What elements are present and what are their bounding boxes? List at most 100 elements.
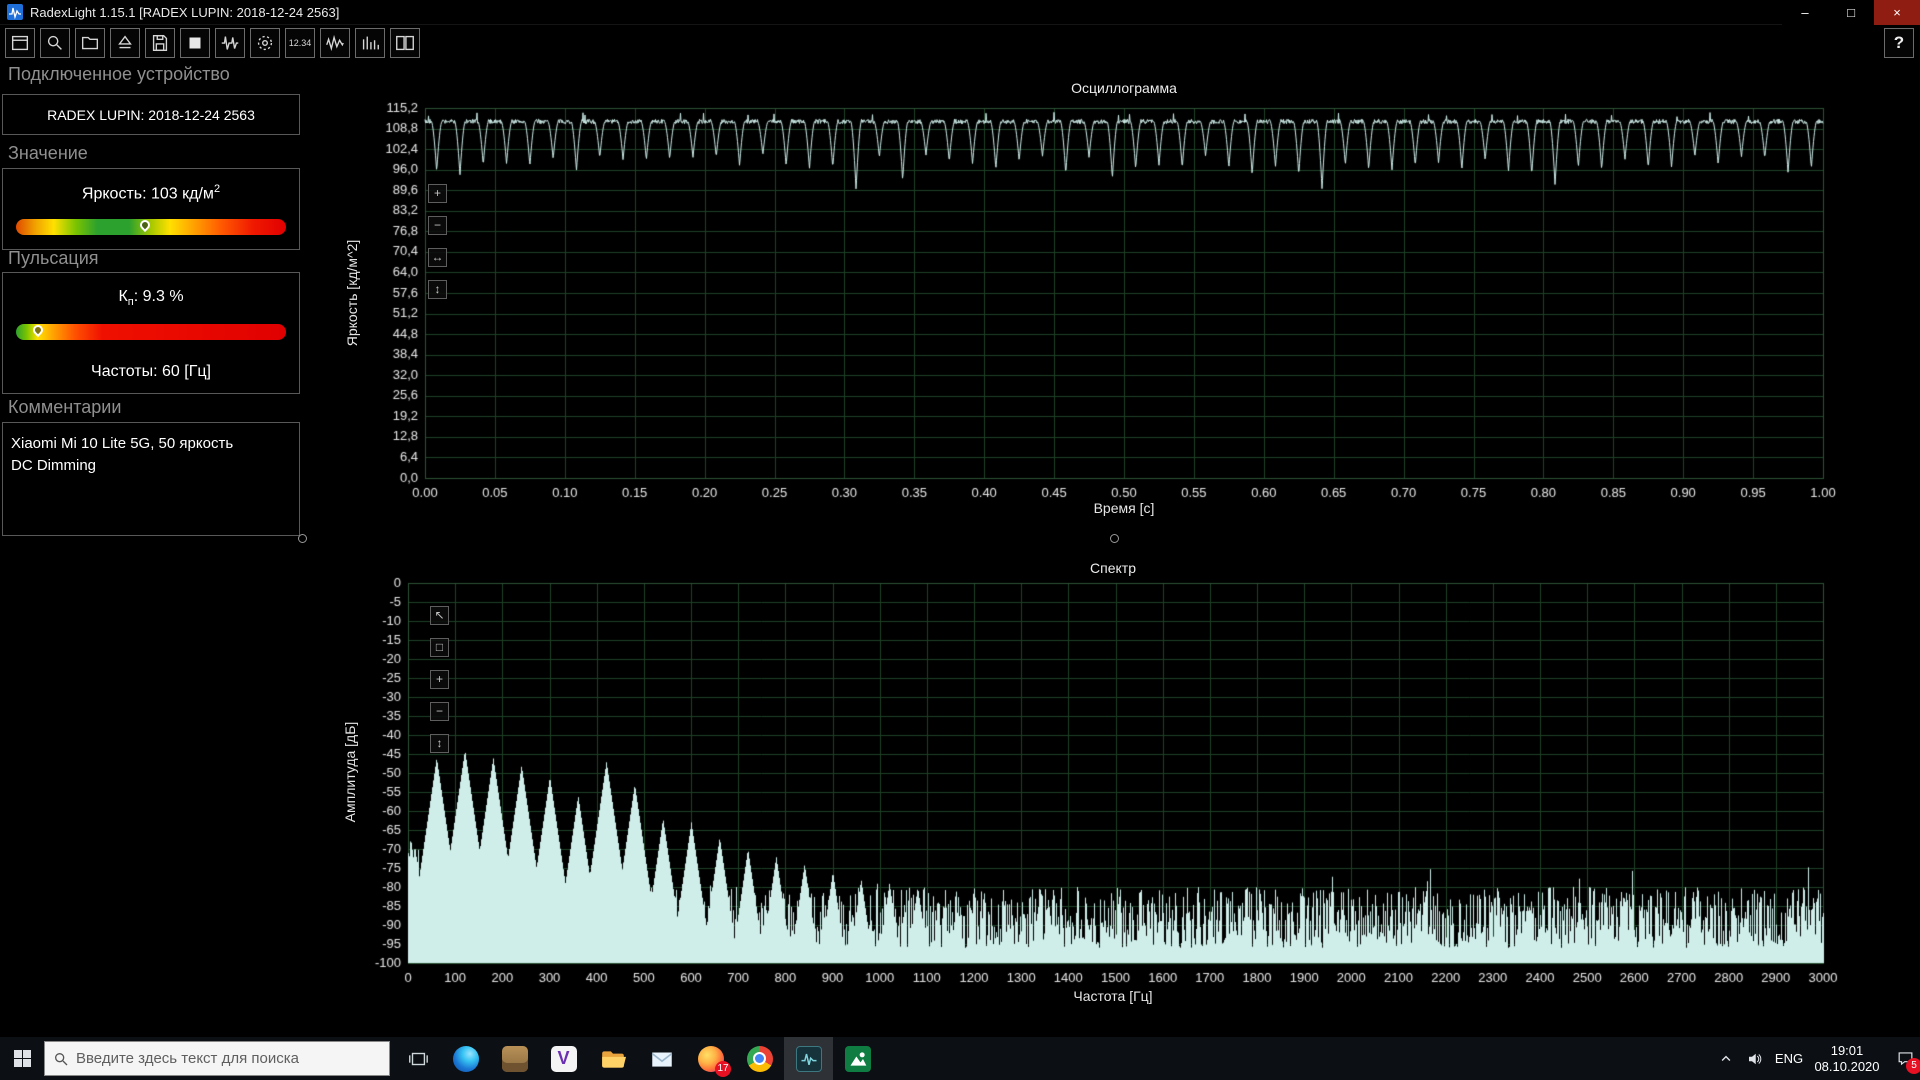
spectrum-chart[interactable]: [305, 552, 1920, 1012]
close-button[interactable]: ×: [1874, 0, 1920, 25]
oscillogram-icon: [219, 32, 241, 54]
brightness-scale-bar: [16, 219, 286, 235]
spec-zoom-in-button[interactable]: +: [430, 670, 449, 689]
spec-fit-vertical-button[interactable]: ↕: [430, 734, 449, 753]
task-view-button[interactable]: [396, 1037, 440, 1080]
brightness-box: Яркость: 103 кд/м2: [2, 168, 300, 250]
taskbar-app-mail[interactable]: [637, 1037, 686, 1080]
search-icon: [53, 1051, 69, 1067]
windows-logo-icon: [14, 1050, 31, 1067]
pulsation-scale-bar: [16, 324, 286, 340]
start-button[interactable]: [0, 1037, 44, 1080]
spec-zoom-out-button[interactable]: −: [430, 702, 449, 721]
gear-icon: [254, 32, 276, 54]
open-folder-icon: [79, 32, 101, 54]
tray-clock[interactable]: 19:01 08.10.2020: [1808, 1037, 1886, 1080]
device-name-box: RADEX LUPIN: 2018-12-24 2563: [2, 94, 300, 135]
taskbar-app-store[interactable]: [490, 1037, 539, 1080]
notification-badge: 5: [1906, 1058, 1920, 1074]
osc-zoom-out-button[interactable]: −: [428, 216, 447, 235]
numeric-display-icon: 12.34: [289, 38, 312, 48]
window-title: RadexLight 1.15.1 [RADEX LUPIN: 2018-12-…: [30, 5, 339, 20]
save-button[interactable]: [145, 28, 175, 58]
taskbar-app-radexlight[interactable]: [784, 1037, 833, 1080]
mail-icon: [649, 1046, 675, 1072]
oscillogram-x-axis-label: Время [с]: [425, 500, 1823, 516]
device-section-header: Подключенное устройство: [8, 64, 230, 85]
brightness-marker-icon: [138, 218, 152, 232]
pulsation-value: Кп: 9.3 %: [3, 288, 299, 308]
osc-fit-vertical-button[interactable]: ↕: [428, 280, 447, 299]
taskbar-app-v[interactable]: V: [539, 1037, 588, 1080]
spectrum-bars-icon: [359, 32, 381, 54]
taskbar-apps: V 17: [441, 1037, 882, 1080]
taskbar-search[interactable]: [44, 1041, 390, 1076]
spectrum-button[interactable]: [355, 28, 385, 58]
tray-volume-button[interactable]: [1740, 1037, 1770, 1080]
oscillogram-button[interactable]: [215, 28, 245, 58]
tray-chevron-button[interactable]: [1712, 1037, 1740, 1080]
osc-fit-horizontal-button[interactable]: ↔: [428, 248, 447, 267]
taskbar-app-photos[interactable]: [833, 1037, 882, 1080]
oscillogram-chart[interactable]: [305, 58, 1920, 528]
eject-button[interactable]: [110, 28, 140, 58]
search-button[interactable]: [40, 28, 70, 58]
stop-button[interactable]: [180, 28, 210, 58]
open-file-button[interactable]: [75, 28, 105, 58]
comments-section-header: Комментарии: [8, 397, 121, 418]
osc-zoom-in-button[interactable]: +: [428, 184, 447, 203]
file-explorer-icon: [600, 1046, 626, 1072]
spectrum-title: Спектр: [408, 560, 1818, 576]
taskbar-app-firefox[interactable]: 17: [686, 1037, 735, 1080]
comment-line: Xiaomi Mi 10 Lite 5G, 50 яркость: [11, 433, 291, 455]
tray-time: 19:01: [1831, 1043, 1864, 1059]
comments-field[interactable]: Xiaomi Mi 10 Lite 5G, 50 яркость DC Dimm…: [2, 422, 300, 536]
v-app-icon: V: [551, 1046, 577, 1072]
spec-select-region-button[interactable]: □: [430, 638, 449, 657]
edge-icon: [453, 1046, 479, 1072]
tray-language[interactable]: ENG: [1770, 1037, 1808, 1080]
device-name: RADEX LUPIN: 2018-12-24 2563: [47, 107, 255, 123]
photos-icon: [845, 1046, 871, 1072]
panels-layout-button[interactable]: [390, 28, 420, 58]
maximize-button[interactable]: □: [1828, 0, 1874, 25]
pulsation-box: Кп: 9.3 % Частоты: 60 [Гц]: [2, 272, 300, 394]
sidebar-splitter-handle[interactable]: [298, 534, 307, 543]
search-input[interactable]: [76, 1050, 366, 1067]
speaker-icon: [1746, 1050, 1764, 1068]
pulsation-marker-icon: [31, 323, 45, 337]
waveform-icon: [324, 32, 346, 54]
titlebar[interactable]: RadexLight 1.15.1 [RADEX LUPIN: 2018-12-…: [0, 0, 1920, 25]
minimize-button[interactable]: –: [1782, 0, 1828, 25]
taskbar-app-chrome[interactable]: [735, 1037, 784, 1080]
waveform-button[interactable]: [320, 28, 350, 58]
eject-icon: [114, 32, 136, 54]
spectrum-y-axis-label: Амплитуда [дБ]: [342, 722, 358, 823]
taskbar-app-edge[interactable]: [441, 1037, 490, 1080]
save-icon: [149, 32, 171, 54]
panels-icon: [394, 32, 416, 54]
system-tray: ENG 19:01 08.10.2020 5: [1712, 1037, 1920, 1080]
firefox-badge: 17: [715, 1061, 731, 1077]
window-layout-button[interactable]: [5, 28, 35, 58]
pulsation-section-header: Пульсация: [8, 248, 99, 269]
value-section-header: Значение: [8, 143, 88, 164]
frequency-value: Частоты: 60 [Гц]: [3, 363, 299, 381]
taskbar-app-file-explorer[interactable]: [588, 1037, 637, 1080]
spec-cursor-mode-button[interactable]: ↖: [430, 606, 449, 625]
screen: RadexLight 1.15.1 [RADEX LUPIN: 2018-12-…: [0, 0, 1920, 1080]
stop-icon: [184, 32, 206, 54]
settings-button[interactable]: [250, 28, 280, 58]
help-button[interactable]: ?: [1884, 28, 1914, 58]
task-view-icon: [407, 1048, 429, 1070]
action-center-button[interactable]: 5: [1886, 1037, 1920, 1080]
radexlight-icon: [796, 1046, 822, 1072]
numeric-display-button[interactable]: 12.34: [285, 28, 315, 58]
app-icon: [7, 4, 23, 20]
oscillogram-title: Осциллограмма: [425, 80, 1823, 96]
charts-splitter-handle[interactable]: [1110, 534, 1119, 543]
store-icon: [502, 1046, 528, 1072]
search-icon: [44, 32, 66, 54]
comment-line: DC Dimming: [11, 455, 291, 477]
brightness-value: Яркость: 103 кд/м2: [3, 183, 299, 203]
